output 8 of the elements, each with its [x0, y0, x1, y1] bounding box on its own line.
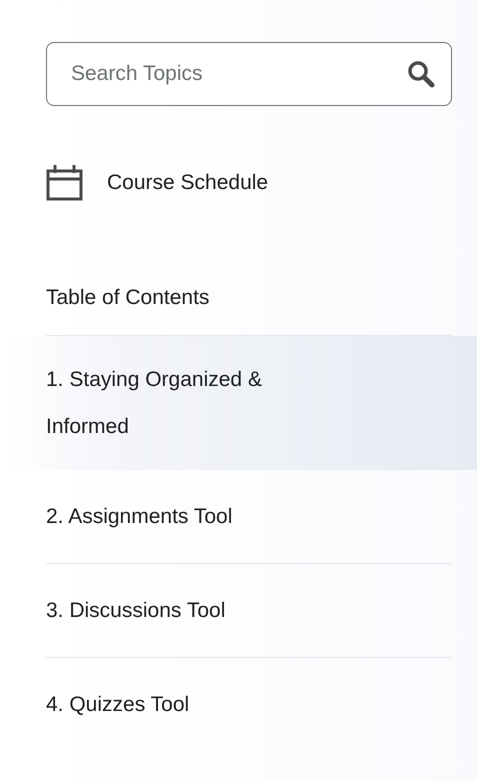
search-icon[interactable]	[406, 59, 436, 89]
topic-row[interactable]: 4. Quizzes Tool	[0, 658, 477, 751]
toc-heading: Table of Contents	[46, 286, 210, 311]
search-field[interactable]: Search Topics	[46, 42, 452, 106]
topic-row[interactable]: 3. Discussions Tool	[0, 564, 477, 657]
calendar-icon	[46, 164, 83, 201]
course-schedule-link[interactable]: Course Schedule	[46, 164, 268, 201]
topic-row[interactable]: 2. Assignments Tool	[0, 470, 477, 563]
